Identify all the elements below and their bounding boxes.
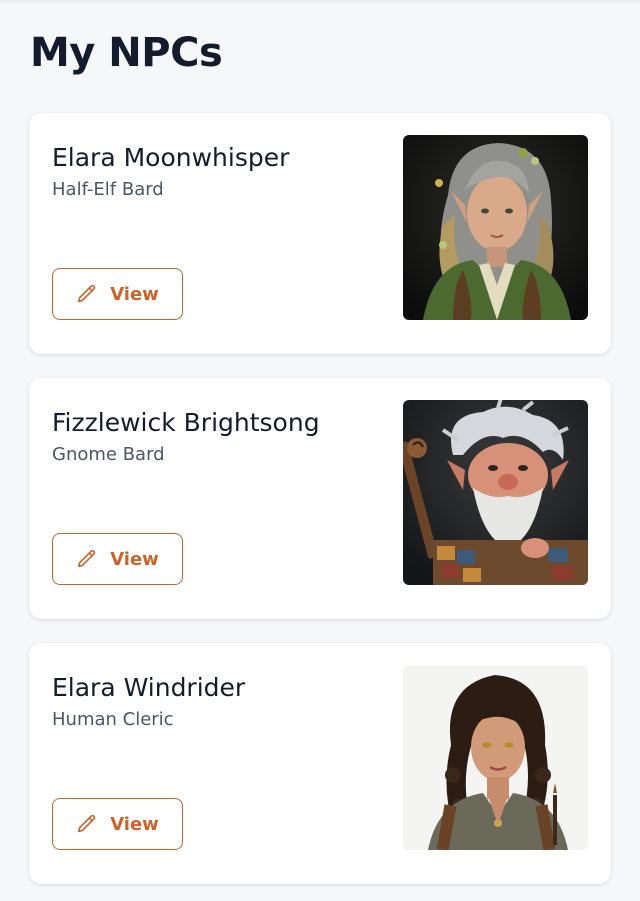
npc-name: Fizzlewick Brightsong bbox=[52, 408, 320, 437]
npc-race-class: Gnome Bard bbox=[52, 444, 165, 465]
npc-portrait bbox=[403, 665, 588, 850]
npc-name: Elara Windrider bbox=[52, 673, 246, 702]
view-button-label: View bbox=[110, 813, 159, 835]
npc-card: Elara Moonwhisper Half-Elf Bard View bbox=[29, 113, 611, 354]
pencil-icon bbox=[76, 283, 98, 305]
npc-race-class: Human Cleric bbox=[52, 709, 174, 730]
view-button[interactable]: View bbox=[52, 268, 183, 320]
pencil-icon bbox=[76, 813, 98, 835]
npc-list-page: My NPCs Elara Moonwhisper Half-Elf Bard … bbox=[0, 0, 640, 901]
pencil-icon bbox=[76, 548, 98, 570]
npc-card: Elara Windrider Human Cleric View bbox=[29, 643, 611, 884]
npc-card: Fizzlewick Brightsong Gnome Bard View bbox=[29, 378, 611, 619]
view-button-label: View bbox=[110, 283, 159, 305]
view-button-label: View bbox=[110, 548, 159, 570]
view-button[interactable]: View bbox=[52, 533, 183, 585]
page-title: My NPCs bbox=[30, 30, 223, 76]
npc-portrait bbox=[403, 400, 588, 585]
view-button[interactable]: View bbox=[52, 798, 183, 850]
npc-portrait bbox=[403, 135, 588, 320]
npc-name: Elara Moonwhisper bbox=[52, 143, 290, 172]
top-bar-shadow bbox=[0, 0, 640, 6]
npc-race-class: Half-Elf Bard bbox=[52, 179, 164, 200]
